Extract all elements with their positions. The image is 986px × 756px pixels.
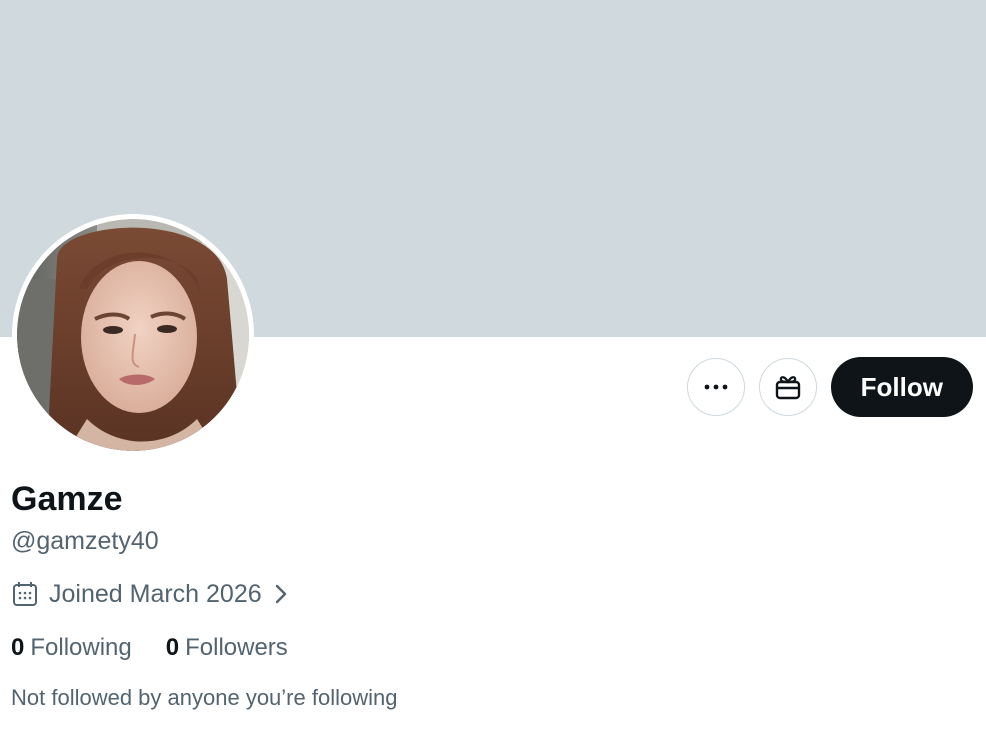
user-handle: @gamzety40	[11, 527, 159, 555]
followers-label: Followers	[185, 634, 288, 661]
more-button[interactable]	[686, 358, 745, 416]
chevron-right-icon	[272, 581, 290, 607]
follow-stats: 0 Following 0 Followers	[11, 632, 322, 664]
follow-button[interactable]: Follow	[830, 357, 973, 417]
profile-actions: Follow	[686, 357, 973, 417]
followers-count: 0	[165, 634, 180, 661]
following-label: Following	[30, 634, 132, 661]
display-name: Gamze	[11, 480, 123, 518]
more-horizontal-icon	[704, 384, 728, 390]
following-link[interactable]: 0 Following	[11, 632, 132, 664]
mutual-followers-note: Not followed by anyone you’re following	[11, 685, 398, 710]
gift-button[interactable]	[758, 358, 817, 416]
joined-date-row[interactable]: Joined March 2026	[11, 578, 290, 610]
calendar-icon	[11, 580, 39, 608]
following-count: 0	[11, 634, 25, 661]
avatar-photo	[17, 219, 249, 451]
joined-date-text: Joined March 2026	[49, 580, 262, 608]
gift-icon	[775, 376, 800, 400]
profile-page: Follow Gamze @gamzety40 Joined March 202…	[0, 0, 986, 756]
profile-avatar[interactable]	[12, 214, 254, 456]
followers-link[interactable]: 0 Followers	[166, 632, 288, 664]
